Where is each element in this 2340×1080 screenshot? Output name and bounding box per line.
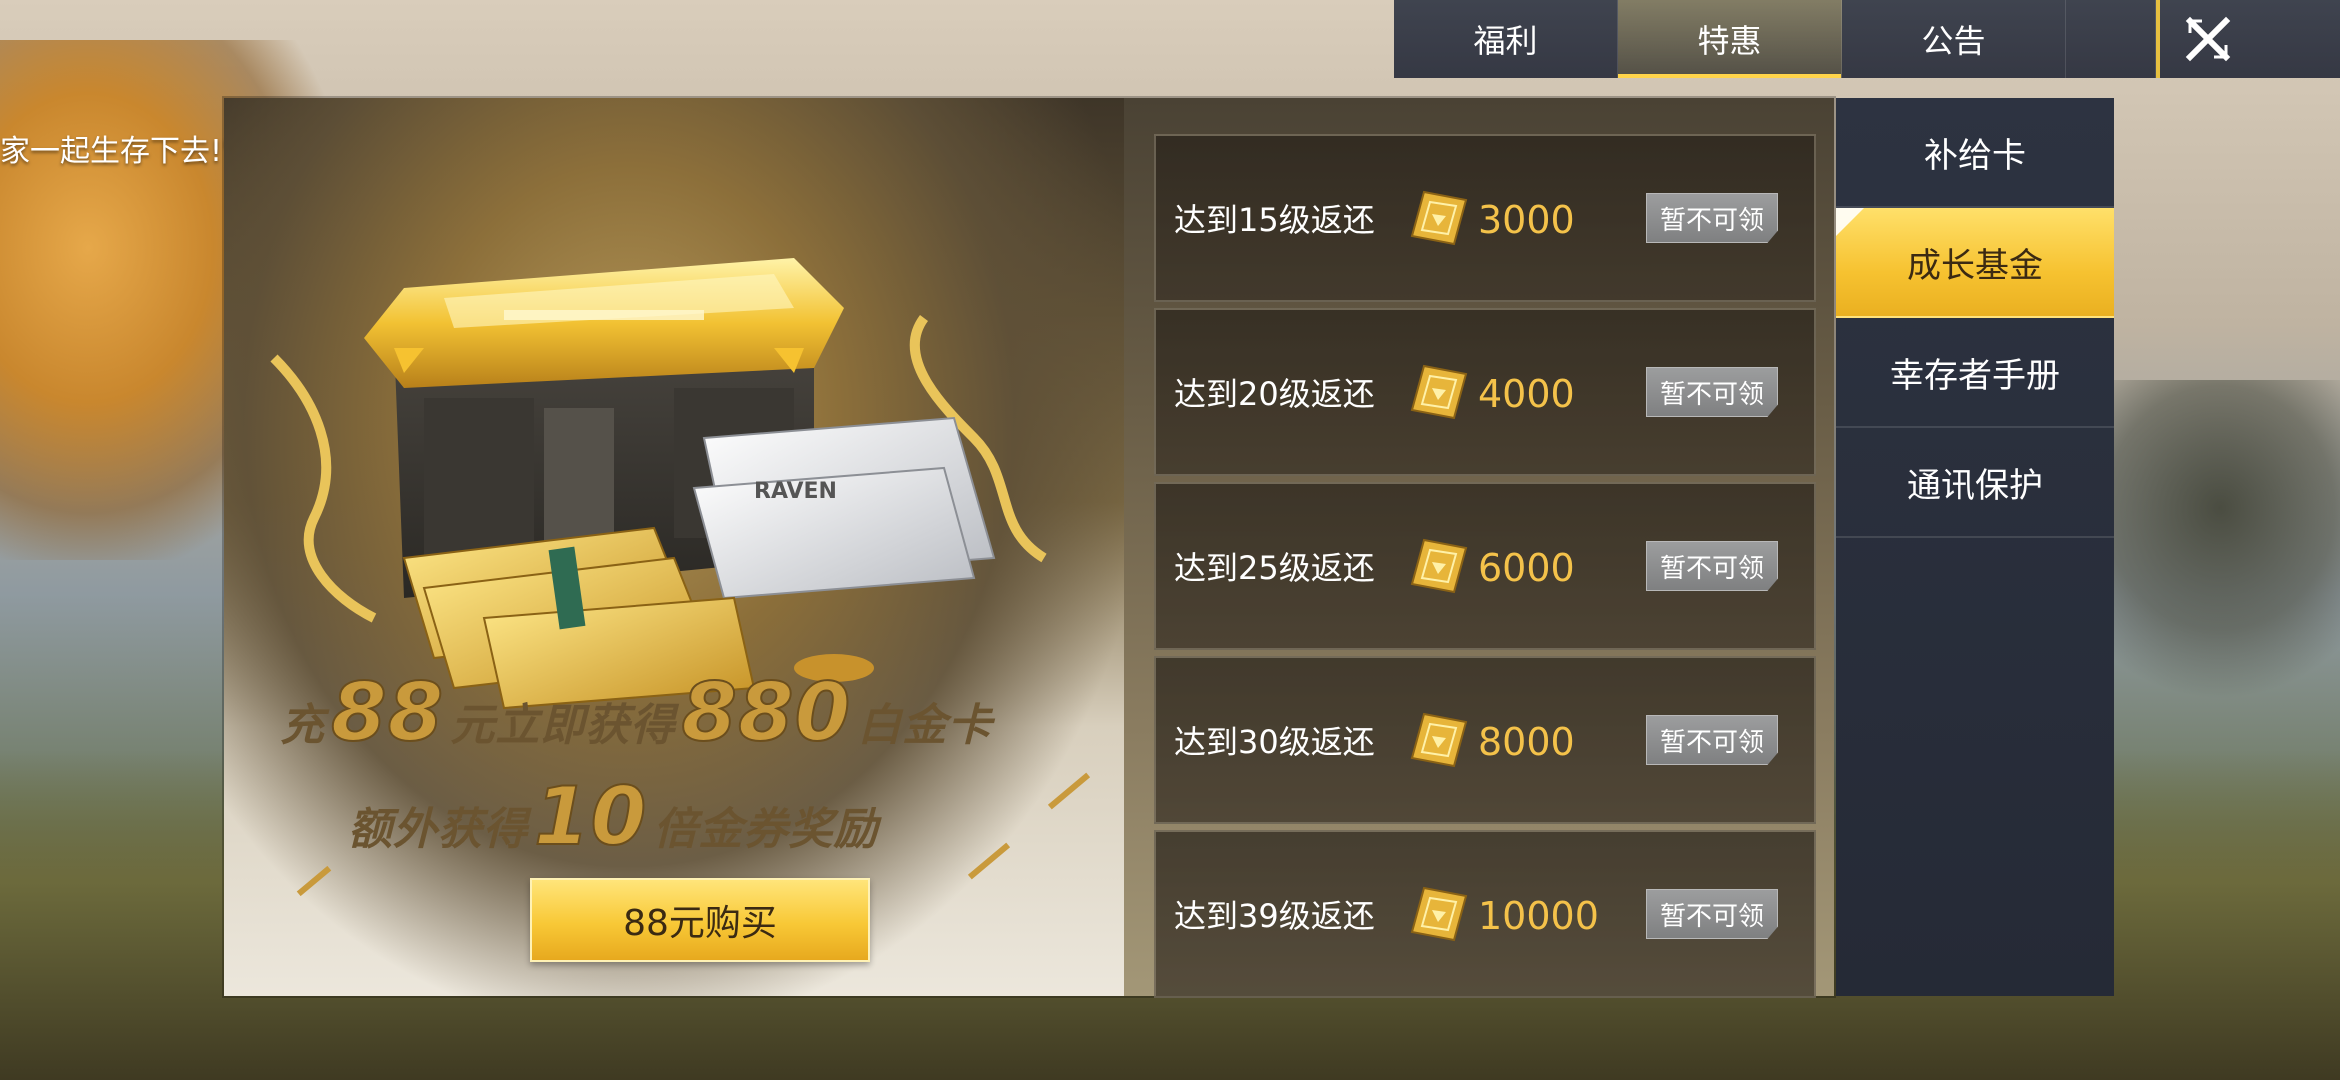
- tab-announcement[interactable]: 公告: [1842, 0, 2066, 78]
- promo-multiplier: 10: [533, 769, 648, 864]
- gold-coupon-icon: [1410, 886, 1468, 942]
- side-menu-comm-protection[interactable]: 通讯保护: [1836, 428, 2114, 538]
- promo-headline: 充88 元立即获得880 白金卡: [280, 665, 993, 760]
- reward-level-label: 达到15级返还: [1174, 201, 1375, 239]
- gold-coupon-icon: [1410, 364, 1468, 420]
- tab-special-offer[interactable]: 特惠: [1618, 0, 1842, 78]
- svg-text:RAVEN: RAVEN: [754, 479, 837, 504]
- tab-bar-spacer: [2066, 0, 2156, 78]
- reward-level-label: 达到25级返还: [1174, 549, 1375, 587]
- promo-reward-amount: 880: [680, 665, 852, 760]
- promo-banner: RAVEN 充88 元立即获得880 白金卡 额外获得10 倍金券奖励 88元购买: [224, 98, 1124, 996]
- close-button[interactable]: [2156, 0, 2256, 78]
- claim-button-disabled[interactable]: 暂不可领: [1646, 367, 1778, 417]
- gold-coupon-icon: [1410, 538, 1468, 594]
- promo-prefix: 充: [280, 700, 325, 751]
- promo-subheadline: 额外获得10 倍金券奖励: [348, 769, 879, 864]
- growth-fund-panel: RAVEN 充88 元立即获得880 白金卡 额外获得10 倍金券奖励 88元购买 达…: [224, 98, 1834, 998]
- reward-amount: 4000: [1478, 372, 1575, 416]
- promo-decor-stroke: [1047, 772, 1091, 810]
- claim-button-disabled[interactable]: 暂不可领: [1646, 889, 1778, 939]
- promo-suffix: 白金卡: [857, 700, 993, 751]
- promo-decor-stroke: [967, 842, 1011, 880]
- reward-row: 达到15级返还 3000 暂不可领: [1154, 134, 1816, 302]
- reward-row: 达到39级返还 10000 暂不可领: [1154, 830, 1816, 998]
- reward-level-label: 达到30级返还: [1174, 723, 1375, 761]
- reward-list: 达到15级返还 3000 暂不可领 达到20级返还 4000 暂不可领 达到25…: [1154, 134, 1816, 1004]
- close-x-icon: [2185, 16, 2231, 62]
- promo-extra-prefix: 额外获得: [348, 804, 528, 855]
- side-menu-survivor-handbook[interactable]: 幸存者手册: [1836, 318, 2114, 428]
- reward-amount: 10000: [1478, 894, 1599, 938]
- side-menu-growth-fund[interactable]: 成长基金: [1836, 208, 2114, 318]
- reward-row: 达到20级返还 4000 暂不可领: [1154, 308, 1816, 476]
- claim-button-disabled[interactable]: 暂不可领: [1646, 193, 1778, 243]
- tab-welfare[interactable]: 福利: [1394, 0, 1618, 78]
- reward-amount: 3000: [1478, 198, 1575, 242]
- reward-amount: 8000: [1478, 720, 1575, 764]
- reward-row: 达到30级返还 8000 暂不可领: [1154, 656, 1816, 824]
- claim-button-disabled[interactable]: 暂不可领: [1646, 715, 1778, 765]
- gold-coupon-icon: [1410, 712, 1468, 768]
- side-menu-supply-card[interactable]: 补给卡: [1836, 98, 2114, 208]
- background-quote-text: 家一起生存下去!": [0, 134, 236, 169]
- claim-button-disabled[interactable]: 暂不可领: [1646, 541, 1778, 591]
- top-tab-bar: 福利 特惠 公告: [1394, 0, 2340, 78]
- reward-level-label: 达到20级返还: [1174, 375, 1375, 413]
- promo-price: 88: [330, 665, 445, 760]
- buy-button[interactable]: 88元购买: [530, 878, 870, 962]
- side-menu: 补给卡 成长基金 幸存者手册 通讯保护: [1836, 98, 2114, 996]
- gold-coupon-icon: [1410, 190, 1468, 246]
- promo-decor-stroke: [296, 865, 332, 897]
- reward-row: 达到25级返还 6000 暂不可领: [1154, 482, 1816, 650]
- reward-level-label: 达到39级返还: [1174, 897, 1375, 935]
- reward-amount: 6000: [1478, 546, 1575, 590]
- promo-extra-suffix: 倍金券奖励: [653, 804, 879, 855]
- promo-middle: 元立即获得: [450, 700, 676, 751]
